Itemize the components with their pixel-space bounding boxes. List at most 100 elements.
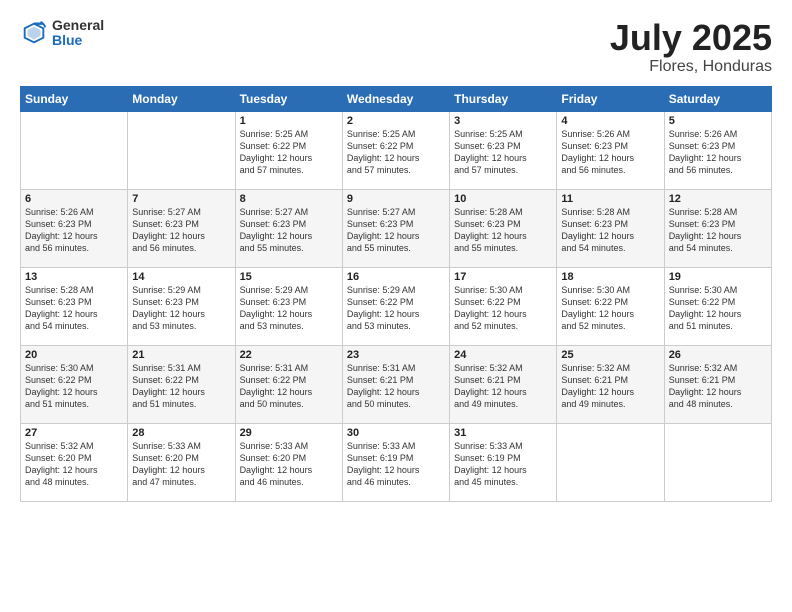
day-number: 7 — [132, 193, 230, 205]
weekday-header-friday: Friday — [557, 86, 664, 111]
calendar-cell: 28Sunrise: 5:33 AM Sunset: 6:20 PM Dayli… — [128, 423, 235, 501]
day-number: 10 — [454, 193, 552, 205]
day-info: Sunrise: 5:32 AM Sunset: 6:21 PM Dayligh… — [454, 362, 552, 411]
calendar-cell: 31Sunrise: 5:33 AM Sunset: 6:19 PM Dayli… — [450, 423, 557, 501]
calendar-cell: 5Sunrise: 5:26 AM Sunset: 6:23 PM Daylig… — [664, 111, 771, 189]
day-info: Sunrise: 5:29 AM Sunset: 6:23 PM Dayligh… — [240, 284, 338, 333]
calendar-cell: 2Sunrise: 5:25 AM Sunset: 6:22 PM Daylig… — [342, 111, 449, 189]
day-info: Sunrise: 5:33 AM Sunset: 6:19 PM Dayligh… — [347, 440, 445, 489]
day-info: Sunrise: 5:32 AM Sunset: 6:21 PM Dayligh… — [669, 362, 767, 411]
week-row-4: 20Sunrise: 5:30 AM Sunset: 6:22 PM Dayli… — [21, 345, 772, 423]
day-number: 3 — [454, 115, 552, 127]
weekday-header-row: SundayMondayTuesdayWednesdayThursdayFrid… — [21, 86, 772, 111]
calendar-cell: 12Sunrise: 5:28 AM Sunset: 6:23 PM Dayli… — [664, 189, 771, 267]
day-info: Sunrise: 5:30 AM Sunset: 6:22 PM Dayligh… — [25, 362, 123, 411]
day-number: 2 — [347, 115, 445, 127]
calendar-cell — [21, 111, 128, 189]
day-number: 25 — [561, 349, 659, 361]
day-number: 14 — [132, 271, 230, 283]
logo: General Blue — [20, 18, 104, 49]
calendar-cell: 3Sunrise: 5:25 AM Sunset: 6:23 PM Daylig… — [450, 111, 557, 189]
calendar-cell: 21Sunrise: 5:31 AM Sunset: 6:22 PM Dayli… — [128, 345, 235, 423]
calendar-cell: 14Sunrise: 5:29 AM Sunset: 6:23 PM Dayli… — [128, 267, 235, 345]
weekday-header-sunday: Sunday — [21, 86, 128, 111]
day-info: Sunrise: 5:30 AM Sunset: 6:22 PM Dayligh… — [454, 284, 552, 333]
calendar-cell: 24Sunrise: 5:32 AM Sunset: 6:21 PM Dayli… — [450, 345, 557, 423]
calendar-cell: 25Sunrise: 5:32 AM Sunset: 6:21 PM Dayli… — [557, 345, 664, 423]
calendar-cell: 15Sunrise: 5:29 AM Sunset: 6:23 PM Dayli… — [235, 267, 342, 345]
day-number: 31 — [454, 427, 552, 439]
day-number: 24 — [454, 349, 552, 361]
calendar-cell: 11Sunrise: 5:28 AM Sunset: 6:23 PM Dayli… — [557, 189, 664, 267]
day-number: 1 — [240, 115, 338, 127]
calendar-cell: 17Sunrise: 5:30 AM Sunset: 6:22 PM Dayli… — [450, 267, 557, 345]
calendar-cell: 22Sunrise: 5:31 AM Sunset: 6:22 PM Dayli… — [235, 345, 342, 423]
day-number: 27 — [25, 427, 123, 439]
day-info: Sunrise: 5:30 AM Sunset: 6:22 PM Dayligh… — [561, 284, 659, 333]
week-row-5: 27Sunrise: 5:32 AM Sunset: 6:20 PM Dayli… — [21, 423, 772, 501]
calendar-cell: 27Sunrise: 5:32 AM Sunset: 6:20 PM Dayli… — [21, 423, 128, 501]
day-info: Sunrise: 5:28 AM Sunset: 6:23 PM Dayligh… — [25, 284, 123, 333]
day-info: Sunrise: 5:33 AM Sunset: 6:19 PM Dayligh… — [454, 440, 552, 489]
weekday-header-tuesday: Tuesday — [235, 86, 342, 111]
calendar-cell: 4Sunrise: 5:26 AM Sunset: 6:23 PM Daylig… — [557, 111, 664, 189]
weekday-header-wednesday: Wednesday — [342, 86, 449, 111]
day-info: Sunrise: 5:31 AM Sunset: 6:21 PM Dayligh… — [347, 362, 445, 411]
calendar-cell: 30Sunrise: 5:33 AM Sunset: 6:19 PM Dayli… — [342, 423, 449, 501]
day-number: 21 — [132, 349, 230, 361]
day-info: Sunrise: 5:26 AM Sunset: 6:23 PM Dayligh… — [25, 206, 123, 255]
day-number: 13 — [25, 271, 123, 283]
day-number: 22 — [240, 349, 338, 361]
day-number: 19 — [669, 271, 767, 283]
day-info: Sunrise: 5:31 AM Sunset: 6:22 PM Dayligh… — [132, 362, 230, 411]
day-number: 8 — [240, 193, 338, 205]
day-info: Sunrise: 5:26 AM Sunset: 6:23 PM Dayligh… — [561, 128, 659, 177]
logo-blue-text: Blue — [52, 33, 104, 48]
day-info: Sunrise: 5:25 AM Sunset: 6:22 PM Dayligh… — [347, 128, 445, 177]
calendar-cell: 13Sunrise: 5:28 AM Sunset: 6:23 PM Dayli… — [21, 267, 128, 345]
calendar-cell: 1Sunrise: 5:25 AM Sunset: 6:22 PM Daylig… — [235, 111, 342, 189]
day-info: Sunrise: 5:32 AM Sunset: 6:20 PM Dayligh… — [25, 440, 123, 489]
day-info: Sunrise: 5:29 AM Sunset: 6:23 PM Dayligh… — [132, 284, 230, 333]
calendar-cell: 19Sunrise: 5:30 AM Sunset: 6:22 PM Dayli… — [664, 267, 771, 345]
subtitle: Flores, Honduras — [610, 58, 772, 76]
calendar-cell: 10Sunrise: 5:28 AM Sunset: 6:23 PM Dayli… — [450, 189, 557, 267]
day-info: Sunrise: 5:28 AM Sunset: 6:23 PM Dayligh… — [561, 206, 659, 255]
day-info: Sunrise: 5:27 AM Sunset: 6:23 PM Dayligh… — [132, 206, 230, 255]
day-info: Sunrise: 5:28 AM Sunset: 6:23 PM Dayligh… — [454, 206, 552, 255]
main-title: July 2025 — [610, 18, 772, 58]
calendar-cell: 6Sunrise: 5:26 AM Sunset: 6:23 PM Daylig… — [21, 189, 128, 267]
calendar-page: General Blue July 2025 Flores, Honduras … — [0, 0, 792, 612]
weekday-header-saturday: Saturday — [664, 86, 771, 111]
day-number: 12 — [669, 193, 767, 205]
calendar-cell: 9Sunrise: 5:27 AM Sunset: 6:23 PM Daylig… — [342, 189, 449, 267]
day-info: Sunrise: 5:25 AM Sunset: 6:23 PM Dayligh… — [454, 128, 552, 177]
calendar-cell: 20Sunrise: 5:30 AM Sunset: 6:22 PM Dayli… — [21, 345, 128, 423]
day-info: Sunrise: 5:29 AM Sunset: 6:22 PM Dayligh… — [347, 284, 445, 333]
day-info: Sunrise: 5:30 AM Sunset: 6:22 PM Dayligh… — [669, 284, 767, 333]
week-row-1: 1 Sunrise: 5:25 AM Sunset: 6:22 PM Daylig… — [21, 111, 772, 189]
day-number: 26 — [669, 349, 767, 361]
day-info: Sunrise: 5:26 AM Sunset: 6:23 PM Dayligh… — [669, 128, 767, 177]
weekday-header-monday: Monday — [128, 86, 235, 111]
day-number: 4 — [561, 115, 659, 127]
day-number: 11 — [561, 193, 659, 205]
day-info: Sunrise: 5:31 AM Sunset: 6:22 PM Dayligh… — [240, 362, 338, 411]
calendar-cell — [128, 111, 235, 189]
calendar-cell: 26Sunrise: 5:32 AM Sunset: 6:21 PM Dayli… — [664, 345, 771, 423]
day-number: 30 — [347, 427, 445, 439]
day-number: 16 — [347, 271, 445, 283]
day-info: Sunrise: 5:33 AM Sunset: 6:20 PM Dayligh… — [132, 440, 230, 489]
day-number: 29 — [240, 427, 338, 439]
day-number: 6 — [25, 193, 123, 205]
day-number: 9 — [347, 193, 445, 205]
week-row-3: 13Sunrise: 5:28 AM Sunset: 6:23 PM Dayli… — [21, 267, 772, 345]
calendar-cell — [664, 423, 771, 501]
logo-icon — [20, 19, 48, 47]
weekday-header-thursday: Thursday — [450, 86, 557, 111]
logo-general-text: General — [52, 18, 104, 33]
day-number: 20 — [25, 349, 123, 361]
day-info: Sunrise: 5:27 AM Sunset: 6:23 PM Dayligh… — [240, 206, 338, 255]
calendar-table: SundayMondayTuesdayWednesdayThursdayFrid… — [20, 86, 772, 502]
header: General Blue July 2025 Flores, Honduras — [20, 18, 772, 76]
